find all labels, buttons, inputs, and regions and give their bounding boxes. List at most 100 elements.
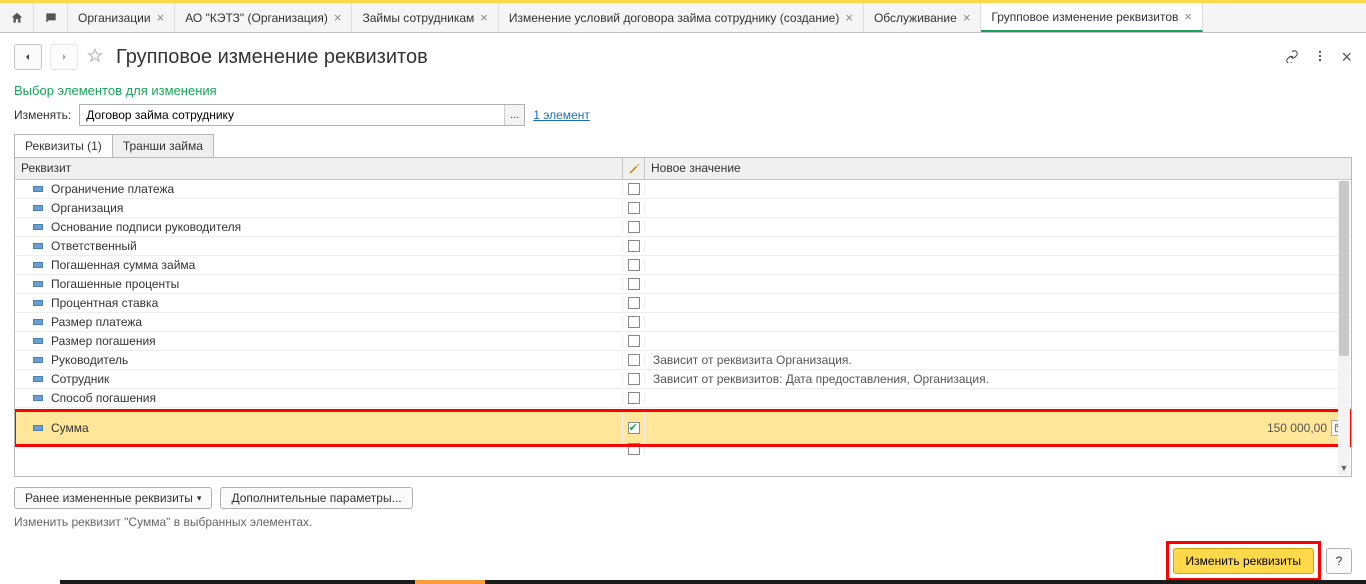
close-icon[interactable]: × xyxy=(963,11,971,24)
col-header-edit[interactable] xyxy=(623,158,645,179)
edit-checkbox[interactable] xyxy=(628,422,640,434)
edit-checkbox[interactable] xyxy=(628,259,640,271)
edit-checkbox[interactable] xyxy=(628,335,640,347)
select-picker-button[interactable]: ... xyxy=(504,105,524,125)
edit-checkbox[interactable] xyxy=(628,297,640,309)
row-label: Ограничение платежа xyxy=(51,182,174,196)
edit-checkbox[interactable] xyxy=(628,278,640,290)
edit-checkbox[interactable] xyxy=(628,443,640,455)
row-label: Руководитель xyxy=(51,353,128,367)
close-page-button[interactable]: × xyxy=(1341,47,1352,68)
edit-checkbox[interactable] xyxy=(628,316,640,328)
tab-group-change[interactable]: Групповое изменение реквизитов × xyxy=(981,3,1203,32)
tab-org-ketz[interactable]: АО "КЭТЗ" (Организация) × xyxy=(175,3,352,32)
tab-label: Организации xyxy=(78,11,151,25)
home-button[interactable] xyxy=(0,3,34,32)
table-row[interactable]: Способ погашения xyxy=(15,389,1351,408)
table-row[interactable]: Ответственный xyxy=(15,237,1351,256)
pencil-icon xyxy=(628,163,640,175)
edit-checkbox[interactable] xyxy=(628,183,640,195)
row-label: Размер платежа xyxy=(51,315,142,329)
table-row[interactable]: Размер платежа xyxy=(15,313,1351,332)
tab-loan-change[interactable]: Изменение условий договора займа сотрудн… xyxy=(499,3,864,32)
tab-label: Займы сотрудникам xyxy=(362,11,474,25)
table-row[interactable]: Основание подписи руководителя xyxy=(15,218,1351,237)
row-label: Погашенные проценты xyxy=(51,277,179,291)
more-icon[interactable] xyxy=(1313,49,1327,66)
change-type-input[interactable] xyxy=(79,104,525,126)
close-icon[interactable]: × xyxy=(334,11,342,24)
row-label: Способ погашения xyxy=(51,391,156,405)
table-row-sum-highlight[interactable]: Сумма150 000,00 xyxy=(15,411,1351,445)
link-icon[interactable] xyxy=(1285,49,1299,66)
tab-label: Групповое изменение реквизитов xyxy=(991,10,1178,24)
table-row[interactable]: Ограничение платежа xyxy=(15,180,1351,199)
row-label: Процентная ставка xyxy=(51,296,158,310)
comment-icon xyxy=(44,11,58,25)
app-tabbar: Организации × АО "КЭТЗ" (Организация) × … xyxy=(0,3,1366,33)
value-input[interactable]: 150 000,00 xyxy=(1267,421,1327,435)
col-header-requisite[interactable]: Реквизит xyxy=(15,158,623,179)
edit-checkbox[interactable] xyxy=(628,354,640,366)
table-row[interactable]: Размер погашения xyxy=(15,332,1351,351)
tab-service[interactable]: Обслуживание × xyxy=(864,3,981,32)
tab-loans[interactable]: Займы сотрудникам × xyxy=(352,3,498,32)
button-label: Ранее измененные реквизиты xyxy=(25,491,193,505)
scroll-down-icon[interactable]: ▼ xyxy=(1338,463,1350,473)
table-row[interactable]: Сотрудник Зависит от реквизитов: Дата пре… xyxy=(15,370,1351,389)
extra-params-button[interactable]: Дополнительные параметры... xyxy=(220,487,412,509)
section-title: Выбор элементов для изменения xyxy=(14,81,1352,104)
apply-button[interactable]: Изменить реквизиты xyxy=(1173,548,1314,574)
chevron-down-icon: ▾ xyxy=(197,493,202,504)
row-value[interactable]: Зависит от реквизита Организация. xyxy=(645,353,1351,367)
tab-label: Изменение условий договора займа сотрудн… xyxy=(509,11,840,25)
table-row[interactable]: Погашенные проценты xyxy=(15,275,1351,294)
page-title: Групповое изменение реквизитов xyxy=(112,46,428,69)
nav-back-button[interactable] xyxy=(14,44,42,70)
table-row-partial xyxy=(15,445,1351,452)
table-row[interactable]: Погашенная сумма займа xyxy=(15,256,1351,275)
tab-label: АО "КЭТЗ" (Организация) xyxy=(185,11,328,25)
arrow-left-icon xyxy=(22,51,34,63)
edit-checkbox[interactable] xyxy=(628,221,640,233)
help-button[interactable]: ? xyxy=(1326,548,1352,574)
field-icon xyxy=(33,395,43,401)
comment-button[interactable] xyxy=(34,3,68,32)
grid-scrollbar[interactable]: ▼ xyxy=(1338,181,1350,475)
row-label: Организация xyxy=(51,201,123,215)
tab-label: Обслуживание xyxy=(874,11,957,25)
field-icon xyxy=(33,186,43,192)
table-row[interactable]: Организация xyxy=(15,199,1351,218)
close-icon[interactable]: × xyxy=(480,11,488,24)
scrollbar-thumb[interactable] xyxy=(1339,181,1349,356)
col-header-value[interactable]: Новое значение xyxy=(645,158,1351,179)
arrow-right-icon xyxy=(58,51,70,63)
field-icon xyxy=(33,243,43,249)
elements-count-link[interactable]: 1 элемент xyxy=(533,108,590,122)
status-text: Изменить реквизит "Сумма" в выбранных эл… xyxy=(14,513,1352,529)
nav-forward-button[interactable] xyxy=(50,44,78,70)
row-label: Размер погашения xyxy=(51,334,156,348)
subtab-requisites[interactable]: Реквизиты (1) xyxy=(14,134,113,157)
field-icon xyxy=(33,205,43,211)
prev-changed-button[interactable]: Ранее измененные реквизиты ▾ xyxy=(14,487,212,509)
close-icon[interactable]: × xyxy=(1184,10,1192,23)
subtab-tranches[interactable]: Транши займа xyxy=(112,134,214,157)
edit-checkbox[interactable] xyxy=(628,240,640,252)
home-icon xyxy=(10,11,24,25)
field-icon xyxy=(33,319,43,325)
favorite-icon[interactable] xyxy=(86,47,104,68)
field-icon xyxy=(33,262,43,268)
close-icon[interactable]: × xyxy=(845,11,853,24)
row-value[interactable]: Зависит от реквизитов: Дата предоставлен… xyxy=(645,372,1351,386)
table-row[interactable]: Процентная ставка xyxy=(15,294,1351,313)
edit-checkbox[interactable] xyxy=(628,392,640,404)
table-row[interactable]: Руководитель Зависит от реквизита Организ… xyxy=(15,351,1351,370)
close-icon[interactable]: × xyxy=(157,11,165,24)
row-label: Сотрудник xyxy=(51,372,109,386)
edit-checkbox[interactable] xyxy=(628,202,640,214)
edit-checkbox[interactable] xyxy=(628,373,640,385)
row-label: Ответственный xyxy=(51,239,137,253)
field-icon xyxy=(33,357,43,363)
tab-organizations[interactable]: Организации × xyxy=(68,3,175,32)
